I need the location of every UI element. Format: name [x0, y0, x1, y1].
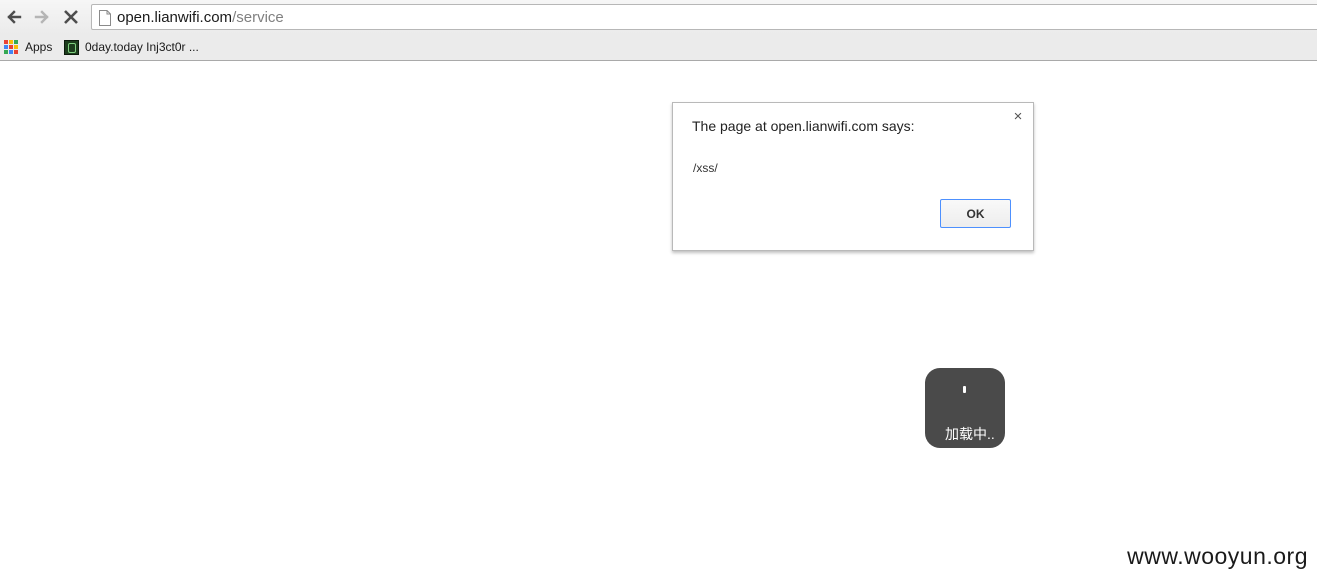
- alert-dialog: The page at open.lianwifi.com says: × /x…: [672, 102, 1034, 251]
- back-arrow-icon: [7, 10, 22, 24]
- url-text: open.lianwifi.com/service: [117, 9, 284, 27]
- browser-toolbar: open.lianwifi.com/service: [0, 0, 1317, 34]
- ok-button[interactable]: OK: [940, 199, 1011, 228]
- bookmark-0day[interactable]: 0day.today Inj3ct0r ...: [64, 37, 199, 57]
- loading-text: 加载中..: [945, 426, 995, 442]
- loading-toast: 加载中..: [925, 368, 1005, 448]
- back-button[interactable]: [2, 5, 26, 29]
- bookmark-apps[interactable]: Apps: [4, 37, 52, 57]
- bookmark-0day-label: 0day.today Inj3ct0r ...: [85, 40, 199, 54]
- url-host: open.lianwifi.com: [117, 9, 233, 26]
- forward-arrow-icon: [34, 10, 49, 24]
- dialog-title: The page at open.lianwifi.com says:: [692, 118, 915, 134]
- bookmarks-bar: Apps 0day.today Inj3ct0r ...: [0, 34, 1317, 61]
- stop-icon: [64, 10, 78, 24]
- 0day-favicon-icon: [64, 39, 79, 55]
- address-bar[interactable]: open.lianwifi.com/service: [91, 4, 1317, 30]
- apps-grid-icon: [4, 40, 18, 54]
- watermark: www.wooyun.org: [1127, 543, 1308, 569]
- close-icon[interactable]: ×: [1010, 109, 1026, 125]
- forward-button[interactable]: [30, 5, 54, 29]
- page-icon: [99, 10, 111, 26]
- stop-button[interactable]: [59, 5, 83, 29]
- spinner-icon: [963, 386, 966, 393]
- dialog-message: /xss/: [693, 161, 718, 175]
- url-path: /service: [232, 9, 284, 26]
- bookmark-apps-label: Apps: [25, 40, 53, 54]
